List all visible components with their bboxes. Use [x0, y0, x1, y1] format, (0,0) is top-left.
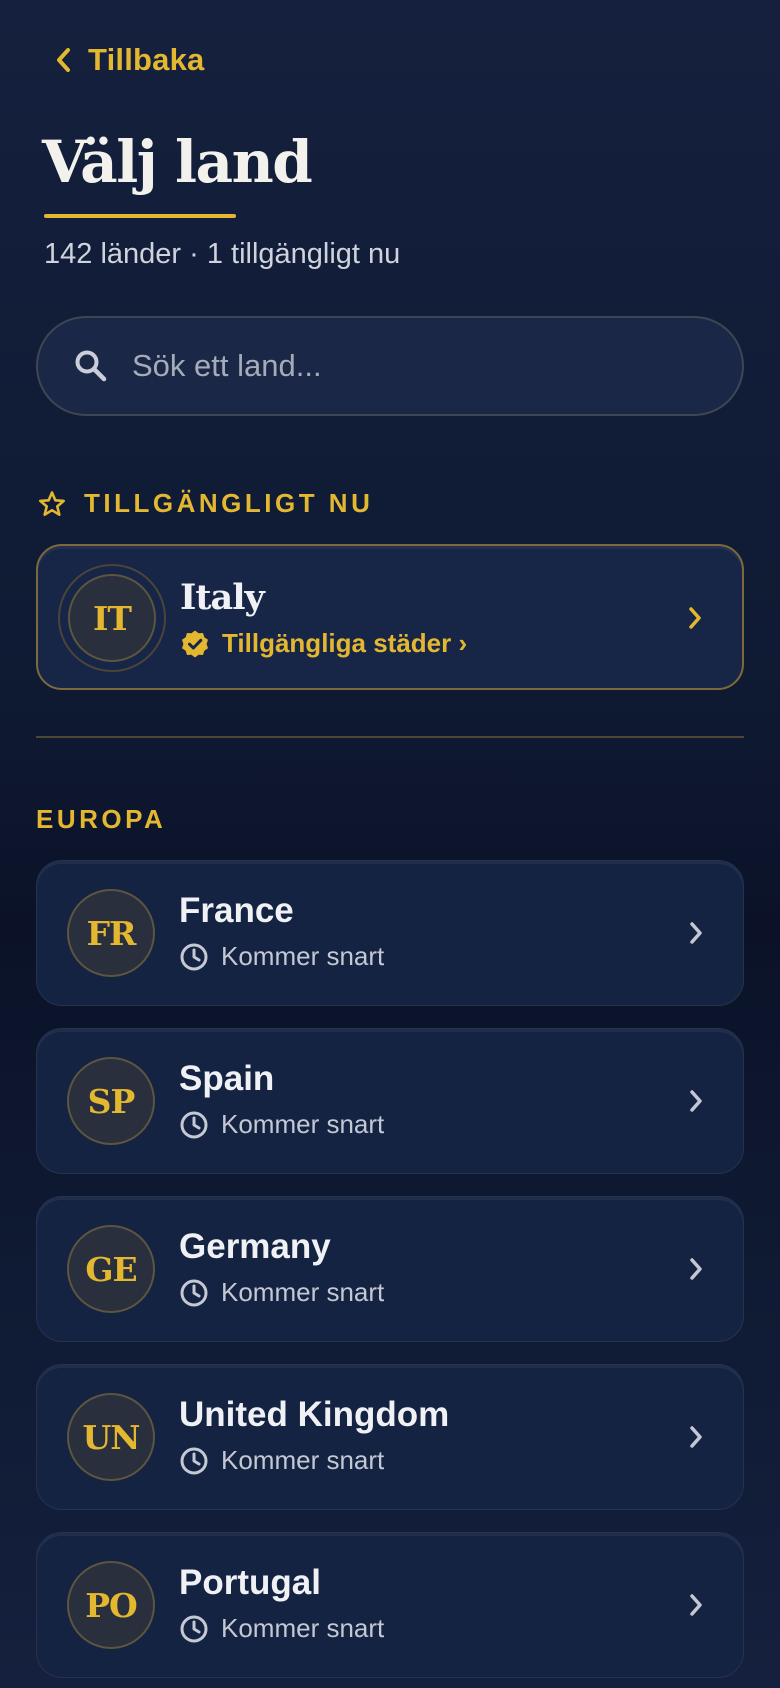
chevron-right-icon [690, 1258, 702, 1280]
search-input[interactable] [132, 348, 692, 384]
country-card-portugal[interactable]: PO Portugal Kommer snart [36, 1532, 744, 1678]
country-status: Kommer snart [179, 941, 384, 972]
country-name: United Kingdom [179, 1395, 450, 1434]
chevron-right-icon [690, 1594, 702, 1616]
country-name: France [179, 891, 294, 930]
section-divider [36, 736, 744, 738]
available-cities-label: Tillgängliga städer › [222, 628, 468, 658]
country-status-label: Kommer snart [221, 1613, 385, 1643]
country-code-badge: IT [68, 574, 156, 662]
country-name: Germany [179, 1227, 331, 1266]
clock-icon [180, 1279, 208, 1306]
clock-icon [180, 943, 208, 970]
country-name: Portugal [179, 1563, 321, 1602]
country-card-france[interactable]: FR France Kommer snart [36, 860, 744, 1006]
back-label: Tillbaka [88, 42, 205, 77]
title-underline [44, 214, 236, 218]
chevron-left-icon [57, 48, 70, 72]
country-status: Kommer snart [179, 1109, 384, 1140]
country-status: Kommer snart [179, 1445, 449, 1476]
chevron-right-icon [690, 922, 702, 944]
country-code-badge: GE [67, 1225, 155, 1313]
country-status-label: Kommer snart [221, 1445, 385, 1475]
country-card-italy[interactable]: IT Italy Tillgängliga städer › [36, 544, 744, 690]
country-status: Kommer snart [179, 1613, 384, 1644]
country-code-badge: PO [67, 1561, 155, 1649]
country-code-badge: UN [67, 1393, 155, 1481]
country-status-label: Kommer snart [221, 1277, 385, 1307]
available-section-label: TILLGÄNGLIGT NU [84, 488, 374, 518]
clock-icon [180, 1111, 208, 1138]
chevron-right-icon [690, 1090, 702, 1112]
page-subtitle: 142 länder · 1 tillgängligt nu [44, 238, 401, 270]
country-status-label: Kommer snart [221, 1109, 385, 1139]
country-code-badge: FR [67, 889, 155, 977]
available-cities-link[interactable]: Tillgängliga städer › [180, 628, 467, 659]
star-icon [39, 490, 65, 516]
country-status: Kommer snart [179, 1277, 384, 1308]
back-button[interactable]: Tillbaka [54, 38, 204, 82]
search-icon [75, 350, 107, 382]
page-title: Välj land [42, 128, 313, 196]
search-bar[interactable] [36, 316, 744, 416]
country-card-united-kingdom[interactable]: UN United Kingdom Kommer snart [36, 1364, 744, 1510]
verified-check-icon [182, 630, 208, 657]
chevron-right-icon [690, 1426, 702, 1448]
clock-icon [180, 1447, 208, 1474]
country-name: Spain [179, 1059, 275, 1098]
clock-icon [180, 1615, 208, 1642]
region-heading: EUROPA [36, 804, 167, 834]
chevron-right-icon [689, 607, 701, 629]
country-name: Italy [180, 577, 265, 618]
country-code-badge: SP [67, 1057, 155, 1145]
available-section-heading: TILLGÄNGLIGT NU [38, 488, 373, 519]
country-status-label: Kommer snart [221, 941, 385, 971]
country-card-spain[interactable]: SP Spain Kommer snart [36, 1028, 744, 1174]
country-card-germany[interactable]: GE Germany Kommer snart [36, 1196, 744, 1342]
